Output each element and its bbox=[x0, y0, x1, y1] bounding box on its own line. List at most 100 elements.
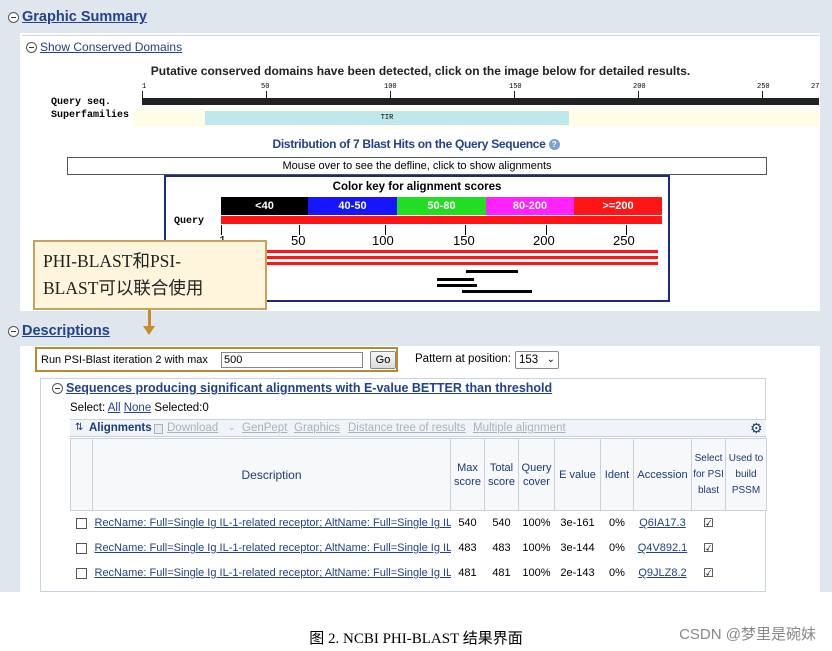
row-select-cell[interactable] bbox=[71, 561, 93, 586]
axis-tick-label: 150 bbox=[453, 233, 475, 248]
hit-line[interactable] bbox=[466, 270, 518, 273]
graphic-summary-title[interactable]: Graphic Summary bbox=[22, 9, 147, 25]
axis-tick-label: 200 bbox=[533, 233, 555, 248]
sequences-title[interactable]: Sequences producing significant alignmen… bbox=[66, 381, 552, 395]
col-header-e-value[interactable]: E value bbox=[554, 438, 601, 511]
table-row: RecName: Full=Single Ig IL-1-related rec… bbox=[71, 536, 767, 561]
hit-line[interactable] bbox=[462, 290, 532, 293]
alignments-button[interactable]: Alignments bbox=[89, 422, 152, 434]
color-key-80-200: 80-200 bbox=[486, 197, 574, 215]
show-conserved-domains-link[interactable]: Show Conserved Domains bbox=[40, 40, 182, 54]
ident-cell: 0% bbox=[609, 567, 625, 579]
conserved-domains-box: Show Conserved Domains Putative conserve… bbox=[22, 35, 819, 131]
genpept-button[interactable]: GenPept bbox=[242, 422, 287, 434]
col-header-select-psi: Select for PSI blast bbox=[691, 438, 726, 511]
ident-cell: 0% bbox=[609, 517, 625, 530]
row-checkbox[interactable] bbox=[76, 517, 87, 529]
query-seq-label: Query seq. bbox=[51, 97, 112, 108]
callout-line: BLAST可以联合使用 bbox=[43, 278, 204, 298]
select-all-link[interactable]: All bbox=[108, 402, 121, 414]
sort-arrows-icon[interactable]: ⇅ bbox=[75, 422, 83, 433]
graphics-button[interactable]: Graphics bbox=[294, 422, 340, 434]
color-key-40-50: 40-50 bbox=[308, 197, 397, 215]
collapse-icon[interactable] bbox=[26, 41, 37, 53]
select-label: Select: bbox=[70, 402, 106, 414]
query-bar bbox=[221, 216, 662, 224]
screenshot-frame: Graphic Summary Show Conserved Domains P… bbox=[0, 0, 832, 592]
go-button[interactable]: Go bbox=[370, 351, 396, 369]
ruler-tick-label: 250 bbox=[757, 83, 770, 91]
row-select-cell[interactable] bbox=[71, 511, 93, 536]
distance-tree-button[interactable]: Distance tree of results bbox=[348, 422, 466, 434]
hit-line[interactable] bbox=[221, 262, 658, 265]
hit-line[interactable] bbox=[437, 284, 477, 287]
col-header-total-score[interactable]: Total score bbox=[484, 438, 519, 511]
graphic-summary-header[interactable]: Graphic Summary bbox=[8, 9, 147, 25]
pattern-position-value: 153 bbox=[519, 354, 539, 366]
accession-link[interactable]: Q6IA17.3 bbox=[639, 517, 685, 529]
total-score-cell: 483 bbox=[492, 542, 511, 554]
descriptions-header[interactable]: Descriptions bbox=[8, 323, 110, 339]
psi-select-checkbox[interactable]: ☑ bbox=[703, 567, 714, 579]
e-value-cell: 3e-161 bbox=[560, 517, 595, 530]
results-table: Description Max score Total score Query … bbox=[70, 438, 767, 586]
ruler-tick-label: 1 bbox=[142, 83, 147, 91]
select-none-link[interactable]: None bbox=[124, 402, 152, 414]
max-hits-input[interactable] bbox=[221, 352, 363, 368]
gear-icon[interactable]: ⚙ bbox=[750, 421, 763, 435]
col-header-ident[interactable]: Ident bbox=[600, 438, 634, 511]
col-header-accession[interactable]: Accession bbox=[633, 438, 692, 511]
accession-link[interactable]: Q9JLZ8.2 bbox=[638, 567, 686, 579]
total-score-cell: 540 bbox=[492, 517, 511, 530]
row-checkbox[interactable] bbox=[76, 567, 87, 579]
hit-line[interactable] bbox=[221, 256, 658, 259]
row-select-cell[interactable] bbox=[71, 536, 93, 561]
accession-link[interactable]: Q4V892.1 bbox=[638, 542, 688, 554]
chevron-down-icon: ⌄ bbox=[228, 422, 236, 432]
ident-cell: 0% bbox=[609, 542, 625, 554]
col-header-query-cover[interactable]: Query cover bbox=[518, 438, 555, 511]
callout-line: PHI-BLAST和PSI- bbox=[43, 251, 182, 271]
col-header-description[interactable]: Description bbox=[92, 438, 451, 511]
description-link[interactable]: RecName: Full=Single Ig IL-1-related rec… bbox=[95, 517, 451, 529]
description-link[interactable]: RecName: Full=Single Ig IL-1-related rec… bbox=[95, 567, 451, 579]
sequences-header[interactable]: Sequences producing significant alignmen… bbox=[52, 381, 552, 395]
max-score-cell: 483 bbox=[458, 542, 477, 554]
watermark: CSDN @梦里是碗妹 bbox=[679, 626, 816, 643]
psi-select-checkbox[interactable]: ☑ bbox=[703, 517, 714, 529]
col-header-max-score[interactable]: Max score bbox=[450, 438, 485, 511]
collapse-icon[interactable] bbox=[8, 325, 19, 337]
color-key-ge200: >=200 bbox=[574, 197, 662, 215]
psi-blast-run-box: Run PSI-Blast iteration 2 with max Go bbox=[35, 347, 398, 372]
download-button[interactable]: Download bbox=[167, 422, 218, 434]
collapse-icon[interactable] bbox=[52, 382, 63, 394]
col-header-used-pssm: Used to build PSSM bbox=[725, 438, 767, 511]
description-link[interactable]: RecName: Full=Single Ig IL-1-related rec… bbox=[95, 542, 451, 554]
distribution-title: Distribution of 7 Blast Hits on the Quer… bbox=[0, 137, 832, 151]
show-conserved-domains-toggle[interactable]: Show Conserved Domains bbox=[26, 40, 182, 54]
download-icon bbox=[154, 424, 163, 434]
ruler-tick-label: 150 bbox=[509, 83, 522, 91]
max-score-cell: 540 bbox=[458, 517, 477, 530]
selected-count: Selected:0 bbox=[154, 402, 209, 414]
callout-arrow-head bbox=[143, 326, 155, 335]
hit-line[interactable] bbox=[221, 250, 658, 253]
descriptions-title[interactable]: Descriptions bbox=[22, 323, 110, 339]
query-cover-cell: 100% bbox=[522, 542, 551, 554]
multiple-alignment-button[interactable]: Multiple alignment bbox=[473, 422, 566, 434]
annotation-callout: PHI-BLAST和PSI- BLAST可以联合使用 bbox=[33, 240, 267, 310]
pattern-position-select[interactable]: 153 ⌄ bbox=[515, 351, 559, 369]
row-checkbox[interactable] bbox=[76, 542, 87, 554]
help-icon[interactable]: ? bbox=[548, 139, 560, 151]
checkbox-header bbox=[70, 438, 93, 511]
query-ruler[interactable] bbox=[142, 98, 819, 105]
pssm-cell bbox=[726, 536, 767, 561]
psi-select-checkbox[interactable]: ☑ bbox=[703, 542, 714, 554]
ruler-tick-label: 100 bbox=[384, 83, 397, 91]
chevron-down-icon: ⌄ bbox=[546, 354, 555, 365]
hit-line[interactable] bbox=[437, 278, 474, 281]
collapse-icon[interactable] bbox=[8, 11, 19, 23]
tir-domain[interactable]: TIR bbox=[205, 111, 569, 125]
pattern-position-label: Pattern at position: bbox=[415, 353, 511, 365]
pssm-cell bbox=[726, 511, 767, 536]
